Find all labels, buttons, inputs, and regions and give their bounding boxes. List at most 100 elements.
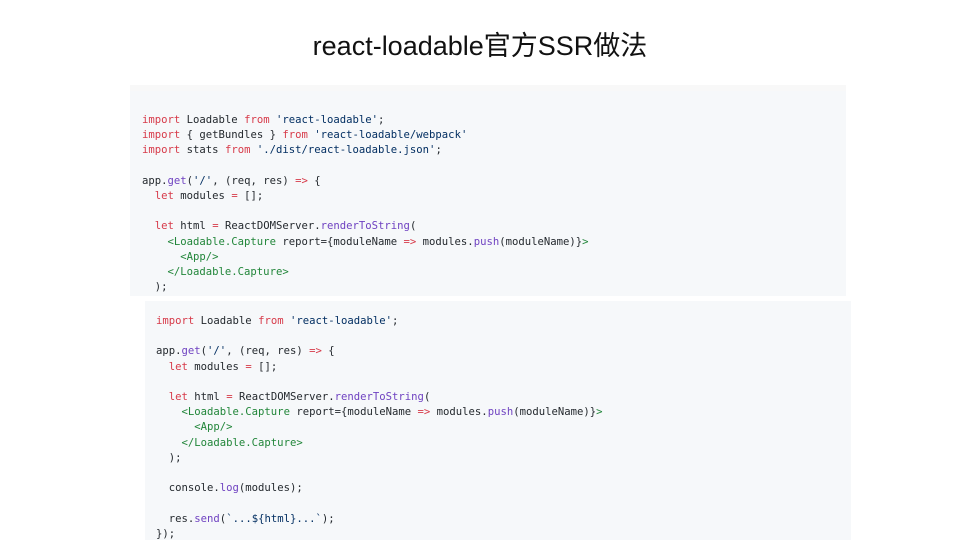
code-token: '/'	[193, 174, 213, 187]
code-token: '/'	[207, 345, 227, 358]
code-token: from	[258, 315, 284, 327]
code-token: 'react-loadable/webpack'	[314, 129, 468, 142]
code-line: import Loadable from 'react-loadable';	[142, 113, 384, 128]
code-line: import { getBundles } from 'react-loadab…	[142, 128, 467, 143]
code-token: stats	[180, 144, 225, 157]
slide-title: react-loadable官方SSR做法	[312, 31, 648, 61]
code-token: push	[487, 406, 514, 419]
code-line: <Loadable.Capture report={moduleName => …	[156, 405, 603, 420]
code-line: );	[142, 280, 168, 295]
code-token: import	[156, 315, 195, 327]
code-token: [];	[237, 190, 264, 202]
code-token: import	[142, 144, 181, 157]
code-token: =>	[417, 406, 431, 419]
code-token: Loadable	[194, 315, 259, 327]
code-line: <App/>	[142, 250, 219, 265]
code-token: (moduleName)}	[499, 235, 583, 248]
code-token: push	[473, 235, 500, 248]
code-token: import	[142, 114, 181, 126]
code-token: modules.	[416, 235, 474, 248]
code-line: app.get('/', (req, res) => {	[156, 344, 335, 359]
code-token: [];	[251, 360, 278, 373]
code-token: <Loadable.Capture	[167, 235, 276, 248]
code-token: log	[219, 482, 239, 495]
code-line: app.get('/', (req, res) => {	[142, 174, 321, 189]
code-token: ;	[392, 315, 399, 327]
code-line: <Loadable.Capture report={moduleName => …	[142, 235, 589, 250]
code-token: =>	[295, 174, 308, 187]
code-token: ReactDOMServer.	[232, 391, 335, 403]
code-token: modules	[187, 360, 246, 373]
code-token: app.	[156, 345, 182, 358]
code-token: let	[168, 391, 188, 403]
code-token: });	[156, 527, 176, 540]
code-token: 'react-loadable'	[275, 114, 379, 126]
code-token: =>	[403, 235, 417, 248]
code-token: <Loadable.Capture	[181, 406, 290, 419]
code-token: (moduleName)}	[513, 406, 597, 419]
code-token: report={moduleName	[275, 235, 404, 248]
code-line: console.log(modules);	[156, 481, 303, 496]
code-token: res.	[156, 512, 195, 525]
code-token: console.	[156, 482, 220, 495]
code-token: <App/>	[194, 421, 233, 434]
code-line: <App/>	[156, 420, 233, 435]
code-token: >	[582, 235, 589, 248]
code-block-collect-modules: import Loadable from 'react-loadable'; a…	[145, 301, 851, 540]
code-token: (	[409, 220, 417, 233]
code-token: {	[321, 345, 335, 358]
code-token: {	[307, 174, 321, 187]
code-block-official-example: import Loadable from 'react-loadable'; im…	[130, 85, 846, 296]
code-token: ;	[378, 114, 385, 126]
code-token: </Loadable.Capture>	[167, 266, 289, 278]
code-line: res.send(`...${html}...`);	[156, 512, 335, 527]
code-token: );	[142, 281, 168, 294]
code-token: let	[168, 360, 188, 373]
code-line: let html = ReactDOMServer.renderToString…	[142, 219, 417, 234]
code-token: Loadable	[180, 114, 245, 126]
code-token: { getBundles }	[180, 129, 283, 142]
code-line: let modules = [];	[142, 189, 263, 204]
code-token: html	[187, 391, 227, 403]
code-token: from	[224, 144, 251, 157]
code-line: import stats from './dist/react-loadable…	[142, 143, 442, 158]
code-token: );	[156, 451, 182, 464]
code-line: );	[156, 451, 182, 466]
code-token: (modules);	[238, 482, 303, 495]
code-token: from	[282, 129, 308, 142]
code-line: let modules = [];	[156, 360, 277, 375]
code-token: 'react-loadable'	[289, 315, 393, 327]
code-token: send	[194, 512, 220, 525]
code-token: from	[244, 114, 270, 126]
code-token: (	[423, 391, 431, 403]
code-line: </Loadable.Capture>	[142, 265, 289, 280]
code-token: get	[167, 174, 187, 187]
code-token: let	[154, 190, 174, 202]
code-token: import	[142, 129, 181, 142]
code-token: ;	[435, 144, 442, 157]
code-token: `...${html}...`	[226, 512, 322, 525]
code-token: ReactDOMServer.	[218, 220, 321, 233]
code-token: <App/>	[180, 250, 219, 263]
code-token: );	[321, 512, 335, 525]
code-token: html	[173, 220, 213, 233]
code-line: import Loadable from 'react-loadable';	[156, 314, 398, 329]
code-token: >	[596, 406, 603, 419]
code-token: app.	[142, 174, 168, 187]
code-token: './dist/react-loadable.json'	[256, 144, 436, 157]
